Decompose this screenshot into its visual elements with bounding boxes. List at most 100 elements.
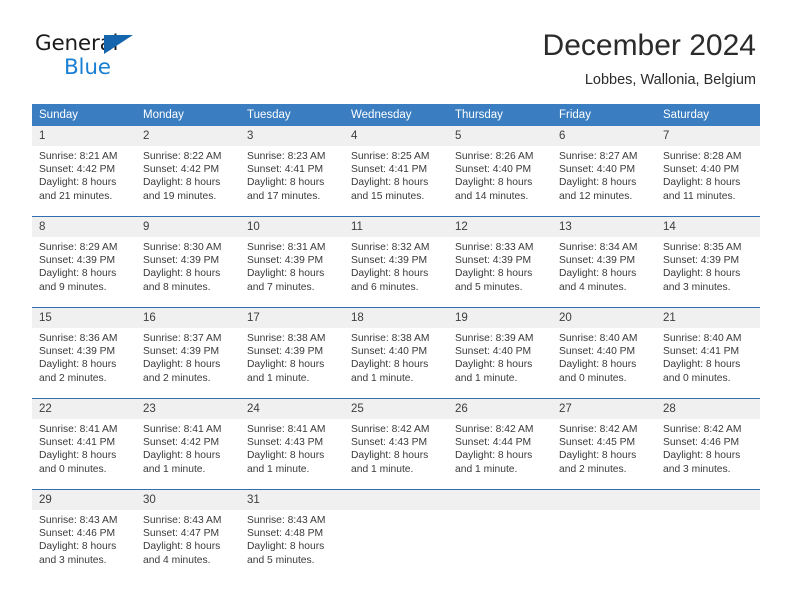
day-details: Sunrise: 8:30 AM Sunset: 4:39 PM Daylight:… [136, 237, 240, 294]
calendar-cell[interactable]: 18 Sunrise: 8:38 AM Sunset: 4:40 PM Dayligh… [344, 307, 448, 399]
day-number: 2 [136, 126, 240, 146]
calendar-cell-empty [552, 489, 656, 580]
daylight-text-line1: Daylight: 8 hours [455, 450, 533, 462]
sunset-text: Sunset: 4:40 PM [351, 346, 428, 358]
calendar-cell[interactable]: 16 Sunrise: 8:37 AM Sunset: 4:39 PM Dayligh… [136, 307, 240, 399]
calendar-week-row: 22 Sunrise: 8:41 AM Sunset: 4:41 PM Dayligh… [32, 398, 760, 490]
calendar-cell[interactable]: 10 Sunrise: 8:31 AM Sunset: 4:39 PM Dayligh… [240, 216, 344, 308]
day-number: 25 [344, 399, 448, 419]
calendar-cell[interactable]: 25 Sunrise: 8:42 AM Sunset: 4:43 PM Dayligh… [344, 398, 448, 490]
day-details: Sunrise: 8:27 AM Sunset: 4:40 PM Daylight:… [552, 146, 656, 203]
sunset-text: Sunset: 4:46 PM [663, 437, 740, 449]
daylight-text-line2: and 15 minutes. [351, 190, 425, 202]
calendar-cell[interactable]: 7 Sunrise: 8:28 AM Sunset: 4:40 PM Daylight… [656, 126, 760, 217]
weekday-header-wednesday: Wednesday [344, 104, 448, 126]
daylight-text-line2: and 21 minutes. [39, 190, 113, 202]
daylight-text-line1: Daylight: 8 hours [247, 450, 325, 462]
day-number: 17 [240, 308, 344, 328]
calendar-cell[interactable]: 29 Sunrise: 8:43 AM Sunset: 4:46 PM Dayligh… [32, 489, 136, 580]
calendar-cell[interactable]: 5 Sunrise: 8:26 AM Sunset: 4:40 PM Daylight… [448, 126, 552, 217]
daylight-text-line1: Daylight: 8 hours [559, 450, 637, 462]
daylight-text-line2: and 0 minutes. [39, 463, 107, 475]
calendar-cell[interactable]: 1 Sunrise: 8:21 AM Sunset: 4:42 PM Daylight… [32, 126, 136, 217]
day-number [344, 490, 448, 510]
day-details [656, 510, 760, 514]
sunrise-text: Sunrise: 8:33 AM [455, 242, 534, 253]
sunrise-text: Sunrise: 8:26 AM [455, 151, 534, 162]
calendar-cell[interactable]: 26 Sunrise: 8:42 AM Sunset: 4:44 PM Dayligh… [448, 398, 552, 490]
sunset-text: Sunset: 4:41 PM [39, 437, 116, 449]
sunrise-text: Sunrise: 8:22 AM [143, 151, 222, 162]
calendar-cell[interactable]: 23 Sunrise: 8:41 AM Sunset: 4:42 PM Dayligh… [136, 398, 240, 490]
day-details: Sunrise: 8:39 AM Sunset: 4:40 PM Daylight:… [448, 328, 552, 385]
calendar-header-row: Sunday Monday Tuesday Wednesday Thursday… [32, 104, 760, 126]
daylight-text-line1: Daylight: 8 hours [143, 359, 221, 371]
day-number: 13 [552, 217, 656, 237]
daylight-text-line1: Daylight: 8 hours [351, 359, 429, 371]
day-number: 14 [656, 217, 760, 237]
day-details: Sunrise: 8:29 AM Sunset: 4:39 PM Daylight:… [32, 237, 136, 294]
day-number: 15 [32, 308, 136, 328]
day-number: 24 [240, 399, 344, 419]
weekday-header-monday: Monday [136, 104, 240, 126]
day-details: Sunrise: 8:25 AM Sunset: 4:41 PM Daylight:… [344, 146, 448, 203]
calendar-cell[interactable]: 8 Sunrise: 8:29 AM Sunset: 4:39 PM Daylight… [32, 216, 136, 308]
sunset-text: Sunset: 4:44 PM [455, 437, 532, 449]
day-details: Sunrise: 8:41 AM Sunset: 4:41 PM Daylight:… [32, 419, 136, 476]
sunset-text: Sunset: 4:40 PM [559, 346, 636, 358]
day-number: 3 [240, 126, 344, 146]
calendar-cell[interactable]: 12 Sunrise: 8:33 AM Sunset: 4:39 PM Dayligh… [448, 216, 552, 308]
daylight-text-line1: Daylight: 8 hours [663, 450, 741, 462]
sunrise-text: Sunrise: 8:38 AM [351, 333, 430, 344]
daylight-text-line2: and 2 minutes. [39, 372, 107, 384]
daylight-text-line2: and 1 minute. [351, 372, 414, 384]
sunrise-text: Sunrise: 8:30 AM [143, 242, 222, 253]
daylight-text-line1: Daylight: 8 hours [247, 541, 325, 553]
calendar-cell[interactable]: 9 Sunrise: 8:30 AM Sunset: 4:39 PM Daylight… [136, 216, 240, 308]
calendar-cell[interactable]: 4 Sunrise: 8:25 AM Sunset: 4:41 PM Daylight… [344, 126, 448, 217]
calendar-cell[interactable]: 6 Sunrise: 8:27 AM Sunset: 4:40 PM Daylight… [552, 126, 656, 217]
day-details: Sunrise: 8:35 AM Sunset: 4:39 PM Daylight:… [656, 237, 760, 294]
sunset-text: Sunset: 4:40 PM [455, 346, 532, 358]
calendar-cell[interactable]: 11 Sunrise: 8:32 AM Sunset: 4:39 PM Dayligh… [344, 216, 448, 308]
calendar-cell[interactable]: 30 Sunrise: 8:43 AM Sunset: 4:47 PM Dayligh… [136, 489, 240, 580]
sunrise-text: Sunrise: 8:40 AM [559, 333, 638, 344]
calendar-cell[interactable]: 22 Sunrise: 8:41 AM Sunset: 4:41 PM Dayligh… [32, 398, 136, 490]
calendar-cell[interactable]: 13 Sunrise: 8:34 AM Sunset: 4:39 PM Dayligh… [552, 216, 656, 308]
sunset-text: Sunset: 4:42 PM [143, 437, 220, 449]
title-block: December 2024 Lobbes, Wallonia, Belgium [543, 27, 756, 90]
calendar-cell[interactable]: 28 Sunrise: 8:42 AM Sunset: 4:46 PM Dayligh… [656, 398, 760, 490]
day-number: 22 [32, 399, 136, 419]
sunrise-text: Sunrise: 8:23 AM [247, 151, 326, 162]
day-number: 12 [448, 217, 552, 237]
sunrise-text: Sunrise: 8:25 AM [351, 151, 430, 162]
sunrise-text: Sunrise: 8:39 AM [455, 333, 534, 344]
day-details: Sunrise: 8:38 AM Sunset: 4:40 PM Daylight:… [344, 328, 448, 385]
calendar-cell[interactable]: 14 Sunrise: 8:35 AM Sunset: 4:39 PM Dayligh… [656, 216, 760, 308]
daylight-text-line1: Daylight: 8 hours [351, 177, 429, 189]
calendar-cell[interactable]: 21 Sunrise: 8:40 AM Sunset: 4:41 PM Dayligh… [656, 307, 760, 399]
calendar-cell[interactable]: 24 Sunrise: 8:41 AM Sunset: 4:43 PM Dayligh… [240, 398, 344, 490]
page-title: December 2024 [542, 29, 756, 62]
day-details [344, 510, 448, 514]
calendar-cell[interactable]: 20 Sunrise: 8:40 AM Sunset: 4:40 PM Dayligh… [552, 307, 656, 399]
calendar-cell[interactable]: 27 Sunrise: 8:42 AM Sunset: 4:45 PM Dayligh… [552, 398, 656, 490]
sunset-text: Sunset: 4:48 PM [247, 528, 324, 540]
daylight-text-line2: and 2 minutes. [143, 372, 211, 384]
calendar-cell[interactable]: 3 Sunrise: 8:23 AM Sunset: 4:41 PM Daylight… [240, 126, 344, 217]
daylight-text-line1: Daylight: 8 hours [351, 450, 429, 462]
day-details: Sunrise: 8:26 AM Sunset: 4:40 PM Daylight:… [448, 146, 552, 203]
daylight-text-line2: and 4 minutes. [143, 554, 211, 566]
calendar-cell[interactable]: 15 Sunrise: 8:36 AM Sunset: 4:39 PM Dayligh… [32, 307, 136, 399]
day-details: Sunrise: 8:43 AM Sunset: 4:47 PM Daylight:… [136, 510, 240, 567]
calendar-cell[interactable]: 2 Sunrise: 8:22 AM Sunset: 4:42 PM Daylight… [136, 126, 240, 217]
daylight-text-line2: and 5 minutes. [455, 281, 523, 293]
calendar-cell[interactable]: 31 Sunrise: 8:43 AM Sunset: 4:48 PM Dayligh… [240, 489, 344, 580]
day-details: Sunrise: 8:42 AM Sunset: 4:44 PM Daylight:… [448, 419, 552, 476]
day-details [448, 510, 552, 514]
sunrise-text: Sunrise: 8:38 AM [247, 333, 326, 344]
day-number: 10 [240, 217, 344, 237]
calendar-cell[interactable]: 19 Sunrise: 8:39 AM Sunset: 4:40 PM Dayligh… [448, 307, 552, 399]
calendar-cell[interactable]: 17 Sunrise: 8:38 AM Sunset: 4:39 PM Dayligh… [240, 307, 344, 399]
day-details: Sunrise: 8:28 AM Sunset: 4:40 PM Daylight:… [656, 146, 760, 203]
